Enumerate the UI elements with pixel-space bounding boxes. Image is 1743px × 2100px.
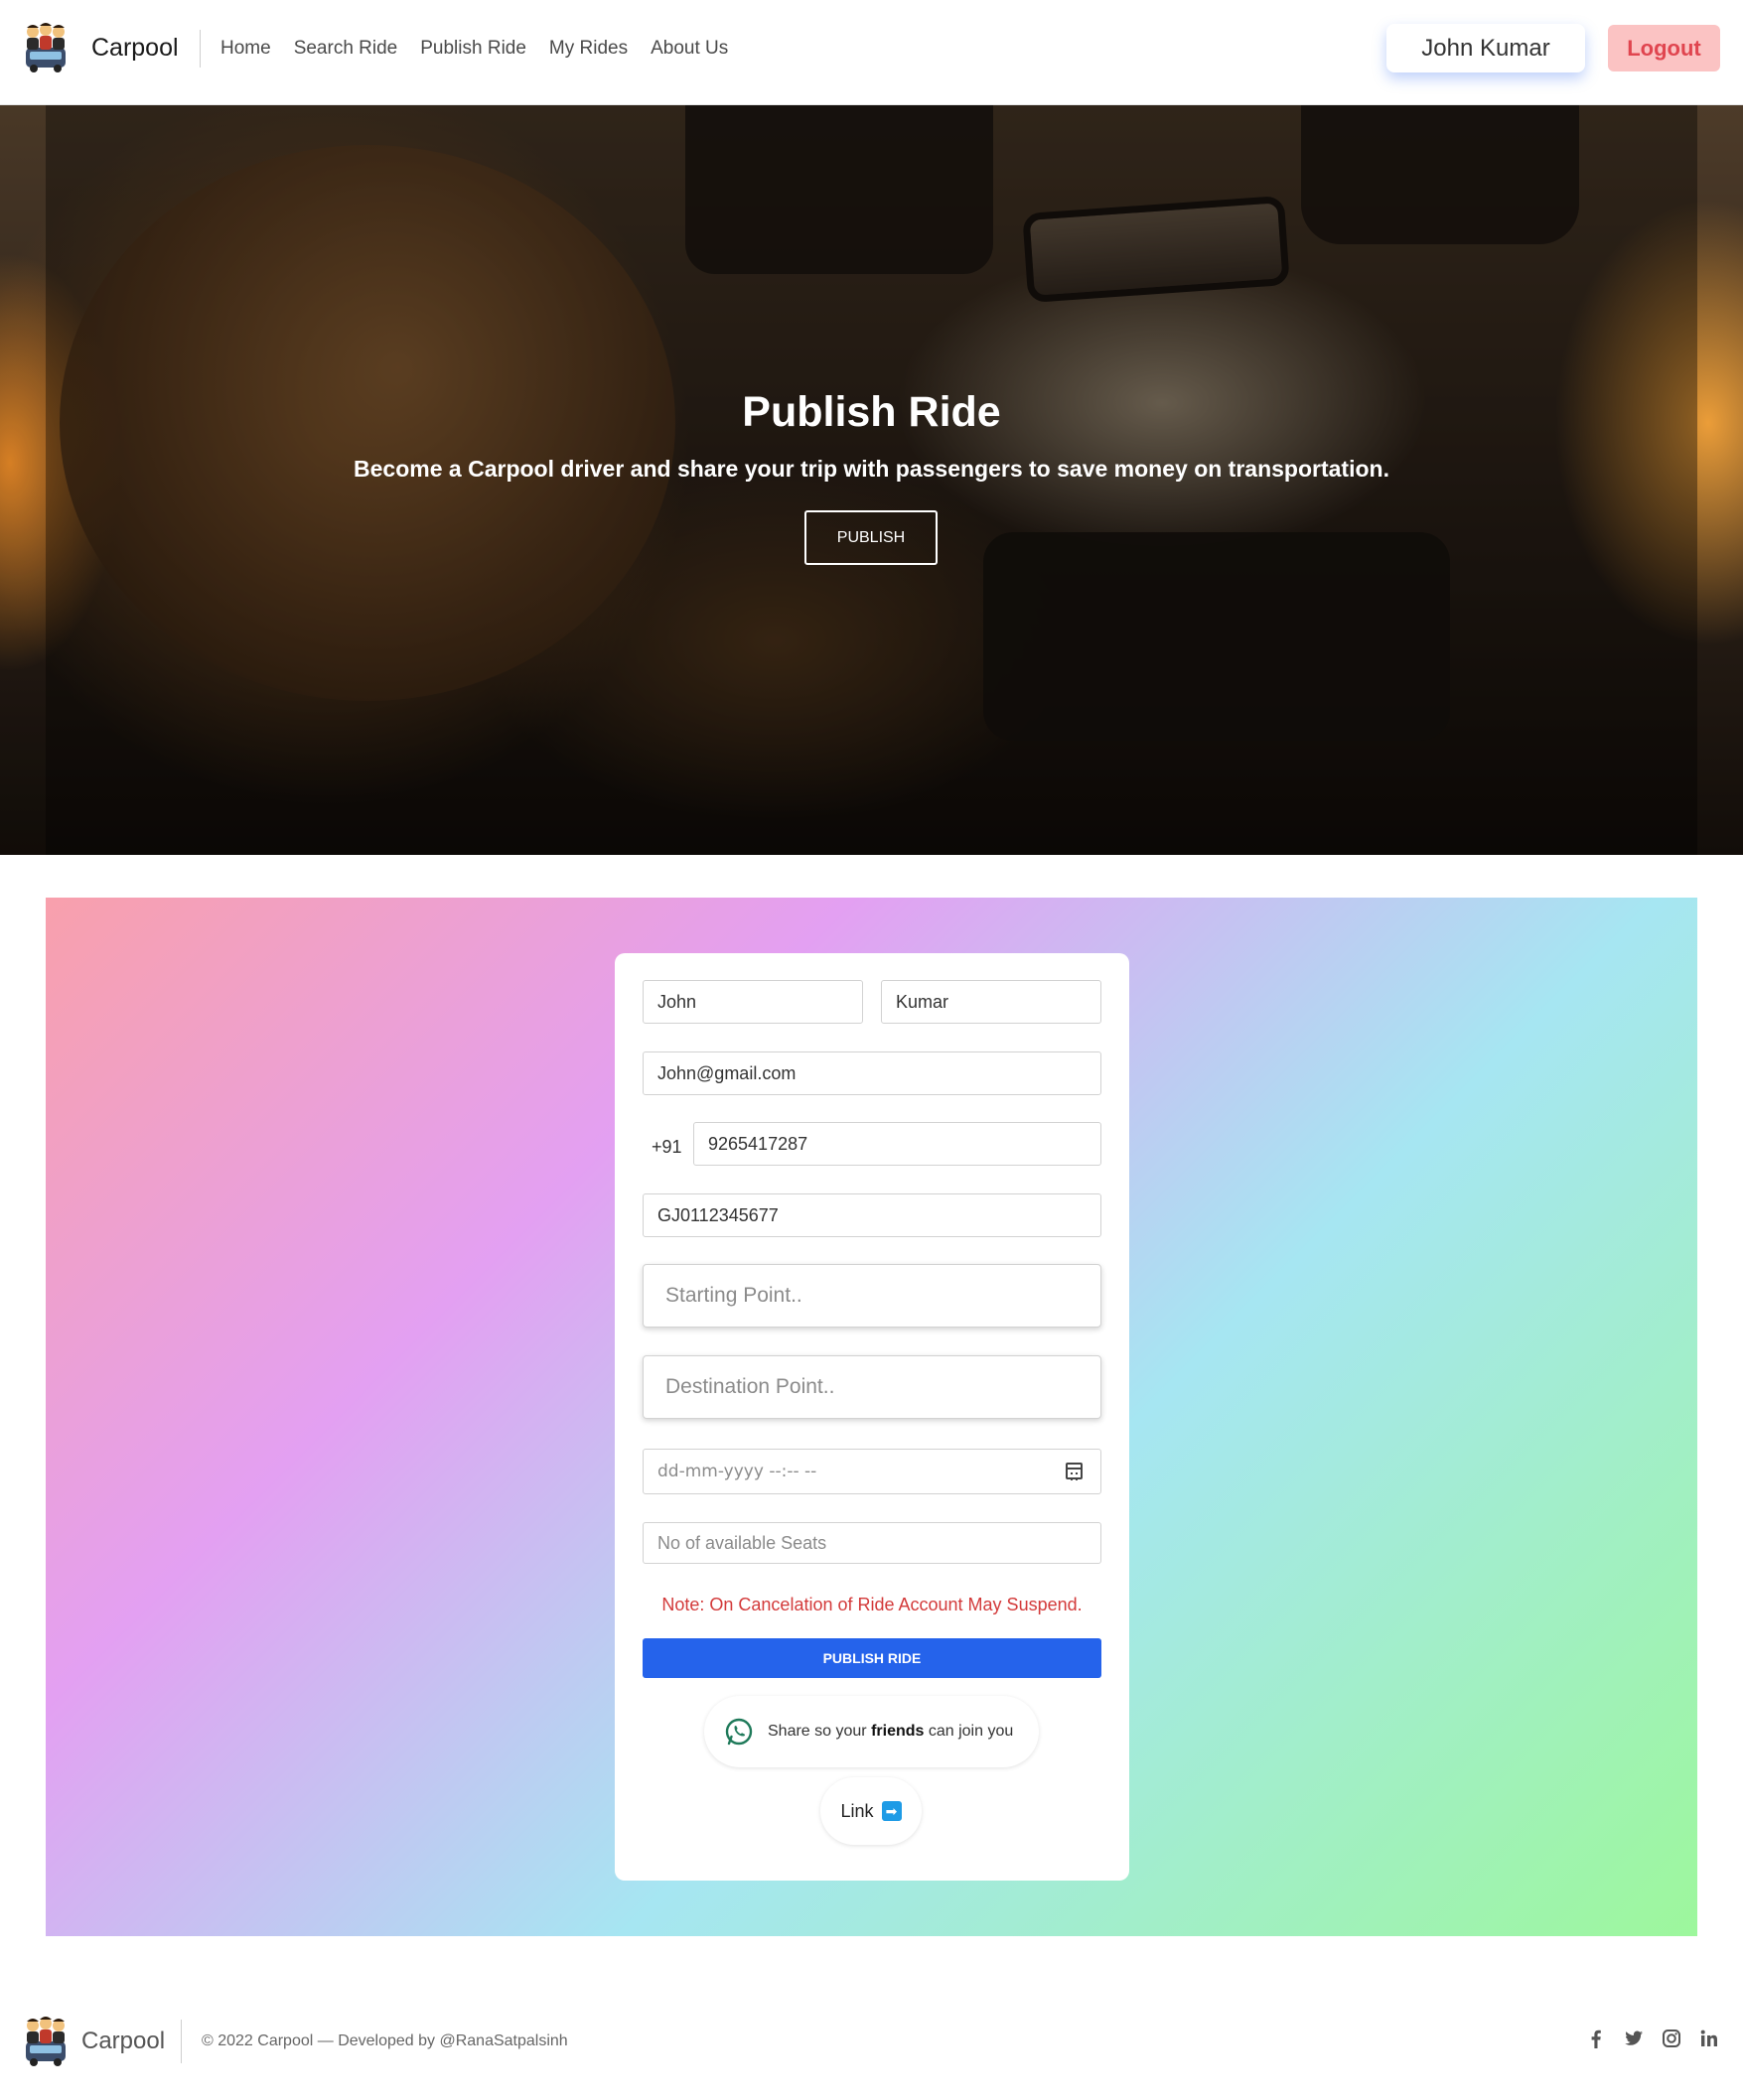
link-label: Link [840, 1800, 874, 1821]
footer-divider [181, 2020, 182, 2063]
calendar-icon[interactable] [1066, 1463, 1083, 1480]
nav-divider [200, 30, 201, 68]
hero-title: Publish Ride [742, 388, 1001, 436]
last-name-field[interactable]: Kumar [881, 980, 1101, 1024]
nav-link-home[interactable]: Home [220, 38, 271, 60]
seats-input[interactable]: No of available Seats [643, 1522, 1101, 1564]
share-link-button[interactable]: Link ➡ [820, 1777, 922, 1845]
whatsapp-icon [725, 1718, 753, 1746]
twitter-icon[interactable] [1623, 2028, 1645, 2049]
nav-links: Home Search Ride Publish Ride My Rides A… [220, 38, 728, 60]
starting-point-input[interactable]: Starting Point.. [643, 1264, 1101, 1328]
arrow-right-icon: ➡ [881, 1801, 902, 1821]
destination-point-input[interactable]: Destination Point.. [643, 1355, 1101, 1419]
linkedin-icon[interactable] [1698, 2028, 1720, 2049]
hero-publish-button[interactable]: PUBLISH [804, 510, 938, 565]
footer-carpool-logo-icon[interactable] [22, 2016, 70, 2067]
footer-copyright: © 2022 Carpool — Developed by @RanaSatpa… [202, 2032, 568, 2049]
brand-name[interactable]: Carpool [91, 34, 179, 63]
footer-brand[interactable]: Carpool [81, 2028, 165, 2055]
nav-link-search-ride[interactable]: Search Ride [294, 38, 398, 60]
first-name-field[interactable]: John [643, 980, 863, 1024]
navbar: Carpool Home Search Ride Publish Ride My… [0, 0, 1743, 105]
nav-link-my-rides[interactable]: My Rides [549, 38, 628, 60]
phone-prefix: +91 [652, 1137, 682, 1157]
nav-link-about-us[interactable]: About Us [651, 38, 728, 60]
vehicle-number-field[interactable]: GJ0112345677 [643, 1193, 1101, 1237]
social-links [1585, 2028, 1720, 2049]
email-field[interactable]: John@gmail.com [643, 1051, 1101, 1095]
facebook-icon[interactable] [1585, 2028, 1607, 2049]
phone-field[interactable]: 9265417287 [693, 1122, 1101, 1166]
publish-ride-button[interactable]: PUBLISH RIDE [643, 1638, 1101, 1678]
instagram-icon[interactable] [1661, 2028, 1682, 2049]
nav-link-publish-ride[interactable]: Publish Ride [420, 38, 526, 60]
share-text: Share so your friends can join you [768, 1723, 1014, 1740]
hero-banner: Publish Ride Become a Carpool driver and… [0, 105, 1743, 855]
carpool-logo-icon[interactable] [22, 22, 70, 73]
logout-button[interactable]: Logout [1608, 25, 1720, 71]
hero-subtitle: Become a Carpool driver and share your t… [354, 456, 1389, 482]
whatsapp-share-button[interactable]: Share so your friends can join you [704, 1696, 1039, 1767]
cancellation-note: Note: On Cancelation of Ride Account May… [661, 1595, 1083, 1614]
datetime-input[interactable]: dd-mm-yyyy --:-- -- [643, 1449, 1101, 1494]
user-profile-button[interactable]: John Kumar [1386, 24, 1585, 72]
